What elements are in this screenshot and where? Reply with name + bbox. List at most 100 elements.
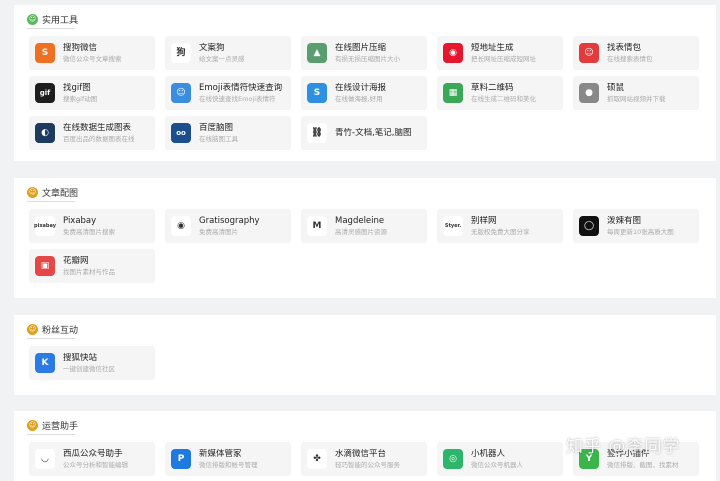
assistant-smiley-icon: ☺ (27, 420, 38, 431)
tool-description: 一键创建微信社区 (63, 364, 115, 373)
baidu-brain-icon: oo (171, 123, 191, 143)
tool-description: 免费高清图片搜索 (63, 227, 115, 236)
tool-card-text: 小机器人 微信公众号机器人 (471, 449, 523, 470)
tool-description: 每周更新10张高质大图 (607, 227, 674, 236)
tool-name: 在线设计海报 (335, 82, 387, 93)
tool-name: 花瓣网 (63, 255, 89, 266)
tool-description: 在线搜索表情包 (607, 54, 653, 63)
tool-description: 微信公众号文章搜索 (63, 54, 122, 63)
tool-grid: K 搜狐快站 一键创建微信社区 (29, 346, 699, 380)
tool-card[interactable]: ◯ 泼辣有图 每周更新10张高质大图 (573, 209, 699, 243)
tool-card[interactable]: 狗文案狗 给文案一点灵感 (165, 36, 291, 70)
tool-card-text: 百度脑图 在线脑图工具 (199, 123, 238, 144)
tool-description: 抓取网站视频并下载 (607, 94, 666, 103)
kuaizhan-icon: K (35, 353, 55, 373)
tool-name: 泼辣有图 (607, 215, 642, 226)
tool-card[interactable]: ☺ Emoji表情符快速查询 在线快速查找Emoji表情符 (165, 76, 291, 110)
tool-card-text: 在线图片压缩 有损无损压缩图片大小 (335, 43, 400, 64)
tool-description: 把长网址压缩成短网址 (471, 54, 536, 63)
tool-card[interactable]: oo 百度脑图 在线脑图工具 (165, 116, 291, 150)
tool-card[interactable]: ◐ 在线数据生成图表 百度出品的数据图表在线 (29, 116, 155, 150)
tool-card[interactable]: ✤ 水滴微信平台 轻巧智能的公众号服务 (301, 442, 427, 476)
section-0: ☺ 实用工具 S 搜狗微信 微信公众号文章搜索 狗文案狗 给文案一点灵感 ▲ 在线图片压缩 有损无… (14, 5, 716, 161)
tool-card[interactable]: S 在线设计海报 在线做海报,好用 (301, 76, 427, 110)
tool-name: 草料二维码 (471, 82, 514, 93)
qrcode-icon: ▦ (443, 83, 463, 103)
tool-description: 微信排版、截图、找素材 (607, 460, 679, 469)
section-divider (27, 28, 75, 29)
tool-name: 文案狗 (199, 42, 225, 53)
link-icon: ⛓ (307, 123, 327, 143)
xinmeiti-icon: P (171, 449, 191, 469)
tool-card-text: Emoji表情符快速查询 在线快速查找Emoji表情符 (199, 83, 282, 104)
tool-card[interactable]: S 搜狗微信 微信公众号文章搜索 (29, 36, 155, 70)
tool-card[interactable]: ◎ 小机器人 微信公众号机器人 (437, 442, 563, 476)
section-header: ☺ 粉丝互动 (27, 323, 78, 336)
tool-card-text: Magdeleine 高清灵感图片资源 (335, 216, 387, 237)
tool-description: 在线快速查找Emoji表情符 (199, 94, 276, 103)
tool-card[interactable]: ▲ 在线图片压缩 有损无损压缩图片大小 (301, 36, 427, 70)
tool-grid: S 搜狗微信 微信公众号文章搜索 狗文案狗 给文案一点灵感 ▲ 在线图片压缩 有损无损压缩图片… (29, 36, 699, 150)
tool-name: 别样网 (471, 215, 497, 226)
tool-card-text: 搜狗微信 微信公众号文章搜索 (63, 43, 122, 64)
section-divider (27, 201, 75, 202)
tool-card[interactable]: ☺ 找表情包 在线搜索表情包 (573, 36, 699, 70)
tool-card[interactable]: ▦ 草料二维码 在线生成二维码和美化 (437, 76, 563, 110)
compress-icon: ▲ (307, 43, 327, 63)
tool-description: 在线生成二维码和美化 (471, 94, 536, 103)
sogou-icon: S (35, 43, 55, 63)
tool-card[interactable]: ▣ 花瓣网 找图片素材与作品 (29, 249, 155, 283)
tool-card-text: 水滴微信平台 轻巧智能的公众号服务 (335, 449, 400, 470)
tool-card[interactable]: Styer. 别样网 无版权免费大图分享 (437, 209, 563, 243)
tool-card[interactable]: ● 硕鼠 抓取网站视频并下载 (573, 76, 699, 110)
tool-name: 找表情包 (607, 42, 642, 53)
tool-description: 搜索gif动图 (63, 94, 98, 103)
pola-icon: ◯ (579, 216, 599, 236)
tool-name: 小机器人 (471, 448, 506, 459)
weibo-icon: ◉ (443, 43, 463, 63)
tool-name: 百度脑图 (199, 122, 234, 133)
tool-name: 水滴微信平台 (335, 448, 387, 459)
tool-name: 短地址生成 (471, 42, 514, 53)
tool-card-text: 别样网 无版权免费大图分享 (471, 216, 530, 237)
tool-card[interactable]: K 搜狐快站 一键创建微信社区 (29, 346, 155, 380)
tool-card-text: 找表情包 在线搜索表情包 (607, 43, 653, 64)
tool-name: 搜狗微信 (63, 42, 98, 53)
tool-description: 给文案一点灵感 (199, 54, 245, 63)
tool-name: Pixabay (63, 215, 97, 226)
emoji-pack-icon: ☺ (579, 43, 599, 63)
tool-description: 微信公众号机器人 (471, 460, 523, 469)
tool-description: 在线脑图工具 (199, 134, 238, 143)
tool-card[interactable]: gif 找gif图 搜索gif动图 (29, 76, 155, 110)
section-title: 实用工具 (42, 16, 79, 26)
tool-description: 轻巧智能的公众号服务 (335, 460, 400, 469)
tool-description: 在线做海报,好用 (335, 94, 383, 103)
tool-description: 无版权免费大图分享 (471, 227, 530, 236)
tool-card-text: Gratisography 免费高清图片 (199, 216, 260, 237)
tool-card[interactable]: ◉ 短地址生成 把长网址压缩成短网址 (437, 36, 563, 70)
tool-description: 免费高清图片 (199, 227, 238, 236)
tool-card-text: 青竹-文档,笔记,脑图 (335, 128, 411, 139)
tool-card[interactable]: ◉ Gratisography 免费高清图片 (165, 209, 291, 243)
zhihu-watermark: 知乎 @李同学 (566, 437, 681, 457)
tool-name: 硕鼠 (607, 82, 625, 93)
tool-name: 西瓜公众号助手 (63, 448, 123, 459)
tool-card[interactable]: pixabay Pixabay 免费高清图片搜索 (29, 209, 155, 243)
tool-card-text: 找gif图 搜索gif动图 (63, 83, 97, 104)
tool-card[interactable]: P 新媒体管家 微信排版和帐号管理 (165, 442, 291, 476)
section-title: 文章配图 (42, 189, 79, 199)
tool-card[interactable]: ◡ 西瓜公众号助手 公众号分析和智能编辑 (29, 442, 155, 476)
tool-card-text: 硕鼠 抓取网站视频并下载 (607, 83, 666, 104)
tool-card-text: 花瓣网 找图片素材与作品 (63, 256, 115, 277)
tool-card[interactable]: M Magdeleine 高清灵感图片资源 (301, 209, 427, 243)
tool-description: 找图片素材与作品 (63, 267, 115, 276)
tool-card-text: 新媒体管家 微信排版和帐号管理 (199, 449, 258, 470)
tool-card[interactable]: ⛓ 青竹-文档,笔记,脑图 (301, 116, 427, 150)
tool-card-text: 西瓜公众号助手 公众号分析和智能编辑 (63, 449, 128, 470)
tool-card-text: 在线数据生成图表 百度出品的数据图表在线 (63, 123, 135, 144)
tool-card-text: 短地址生成 把长网址压缩成短网址 (471, 43, 536, 64)
section-title: 运营助手 (42, 422, 79, 432)
fans-smiley-icon: ☺ (27, 324, 38, 335)
robot-icon: ◎ (443, 449, 463, 469)
tool-description: 高清灵感图片资源 (335, 227, 387, 236)
